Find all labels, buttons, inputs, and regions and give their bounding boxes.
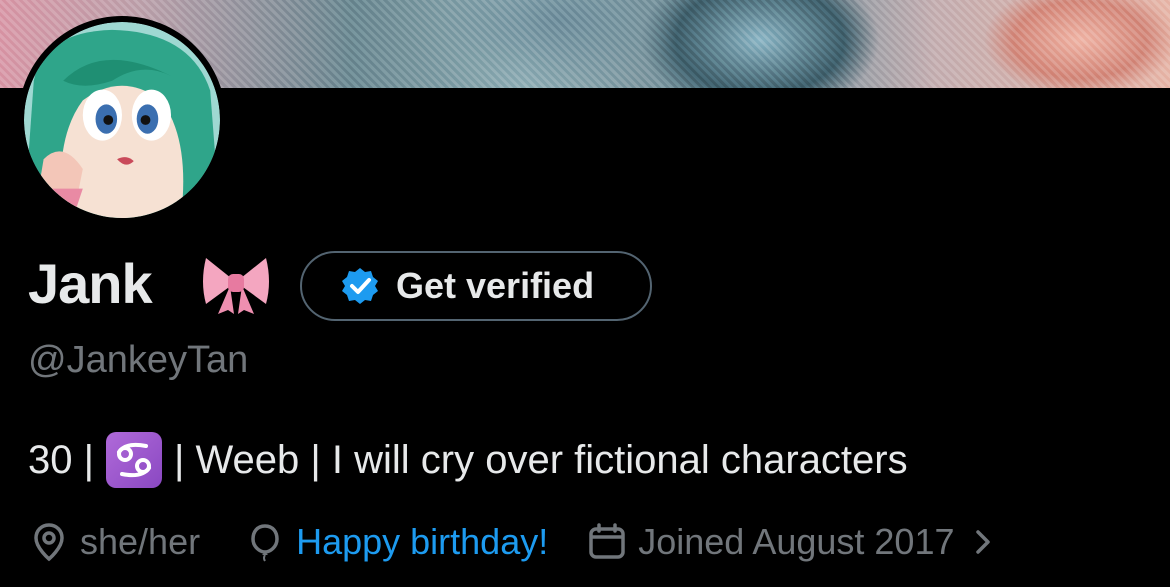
profile-meta: she/her Happy birthday! Joined August 20… <box>28 514 1008 570</box>
get-verified-label: Get verified <box>396 265 595 306</box>
avatar[interactable] <box>18 16 226 224</box>
calendar-icon <box>589 523 625 559</box>
joined-item[interactable]: Joined August 2017 <box>586 521 1008 563</box>
birthday-item[interactable]: Happy birthday! <box>244 521 548 563</box>
pronouns-text: she/her <box>80 521 201 562</box>
joined-text: Joined August 2017 <box>638 521 955 562</box>
get-verified-button[interactable]: Get verified <box>300 251 652 321</box>
chevron-right-icon[interactable] <box>970 524 998 560</box>
balloon-icon <box>251 524 279 562</box>
bow-emoji-icon <box>203 258 269 314</box>
cancer-zodiac-icon <box>106 432 162 488</box>
display-name: Jank <box>28 252 153 315</box>
user-handle: @JankeyTan <box>28 339 249 381</box>
birthday-text[interactable]: Happy birthday! <box>296 521 548 563</box>
pronouns-item: she/her <box>28 521 200 563</box>
location-pin-icon <box>34 523 64 562</box>
bio-age: 30 | <box>28 438 94 482</box>
profile-bio: 30 | | Weeb | I will cry over fictional … <box>28 432 908 488</box>
avatar-image <box>24 22 220 218</box>
bio-text: | Weeb | I will cry over fictional chara… <box>174 438 908 482</box>
verified-badge-icon <box>342 268 378 304</box>
